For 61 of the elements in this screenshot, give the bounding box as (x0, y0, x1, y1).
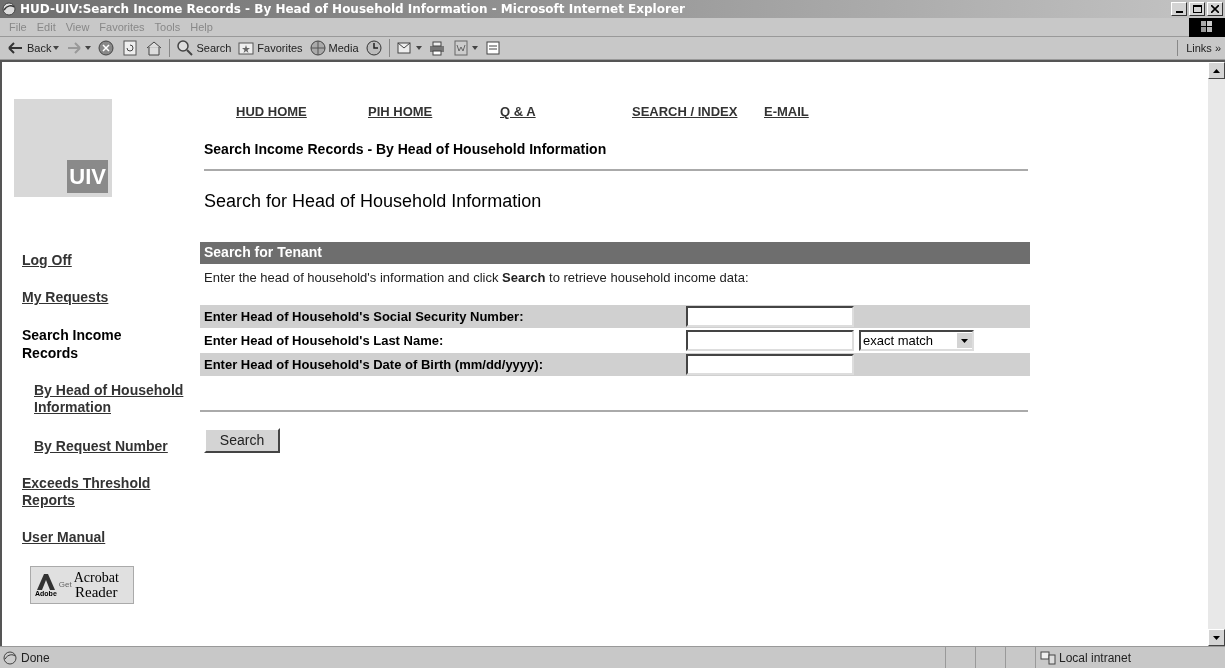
vertical-scrollbar[interactable] (1208, 62, 1225, 646)
text-input-field[interactable] (686, 306, 854, 327)
field-label: Enter Head of Household's Last Name: (203, 331, 445, 350)
field-label: Enter Head of Household's Date of Birth (mm/dd/yyyy): (203, 355, 544, 374)
top-nav-link[interactable]: E-MAIL (764, 102, 896, 122)
sidebar-section-label: Search Income Records (22, 326, 123, 362)
stop-icon (97, 39, 116, 57)
edit-document-icon (451, 39, 470, 57)
adobe-logo-icon (36, 573, 55, 590)
top-nav-link[interactable]: PIH HOME (368, 102, 500, 122)
maximize-button[interactable] (1189, 2, 1205, 16)
minimize-button[interactable] (1171, 2, 1187, 16)
window-title: HUD-UIV:Search Income Records - By Head of Household Information - Microsoft Internet Explorer (20, 1, 685, 18)
maximize-icon (1192, 5, 1202, 13)
back-toolbar-button[interactable]: Back (4, 38, 63, 58)
media-toolbar-button[interactable]: Media (305, 38, 362, 58)
page-heading: Search for Head of Household Information (204, 189, 543, 213)
sidebar-link[interactable]: By Request Number (34, 438, 204, 455)
printer-icon (427, 39, 446, 57)
caret-icon (471, 46, 478, 50)
discuss-icon (483, 39, 502, 57)
sidebar-link[interactable]: Log Off (22, 252, 192, 269)
top-nav-link[interactable]: Q & A (500, 102, 632, 122)
browser-globe-icon (2, 2, 16, 16)
intranet-zone-icon (1040, 650, 1056, 665)
page-loaded-icon (3, 650, 17, 665)
history-icon (364, 39, 383, 57)
minimize-icon (1175, 11, 1183, 13)
caret-icon (53, 46, 60, 50)
sidebar-link[interactable]: User Manual (22, 529, 192, 546)
section-header-bar: Search for Tenant (200, 241, 1030, 264)
top-nav-link[interactable]: HUD HOME (236, 102, 368, 122)
close-button[interactable] (1207, 2, 1223, 16)
text-input-field[interactable] (686, 354, 854, 375)
uiv-logo: UIV (14, 99, 112, 197)
sidebar-link[interactable]: By Head of Household Information (34, 382, 204, 416)
top-nav-link[interactable]: SEARCH / INDEX (632, 102, 764, 122)
search-toolbar-button[interactable]: Search (173, 38, 235, 58)
page-breadcrumb-title: Search Income Records - By Head of Household Information (204, 139, 608, 159)
status-text: Done (21, 649, 50, 667)
home-icon (145, 39, 164, 57)
zone-text: Local intranet (1059, 649, 1132, 667)
caret-icon (415, 46, 422, 50)
refresh-icon (121, 39, 140, 57)
search-submit-button[interactable]: Search (204, 428, 280, 453)
media-globe-icon (308, 39, 327, 57)
favorites-toolbar-button[interactable]: Favorites (234, 38, 306, 58)
mail-icon (395, 39, 414, 57)
text-input-field[interactable] (686, 330, 854, 351)
windows-flag-icon (1201, 21, 1213, 33)
sidebar-link[interactable]: My Requests (22, 289, 192, 306)
close-icon (1211, 5, 1219, 13)
search-icon (176, 39, 195, 57)
sidebar-link[interactable]: Exceeds Threshold Reports (22, 475, 192, 509)
instruction-text: Enter the head of household's information and click Search to retrieve household income data: (204, 268, 750, 287)
match-dropdown[interactable]: exact match (859, 330, 974, 351)
scroll-up-arrow-icon (1213, 68, 1220, 73)
caret-icon (85, 46, 92, 50)
field-label: Enter Head of Household's Social Security Number: (203, 307, 525, 326)
links-label[interactable]: Links » (1177, 39, 1225, 57)
scroll-down-arrow-icon (1213, 635, 1220, 640)
